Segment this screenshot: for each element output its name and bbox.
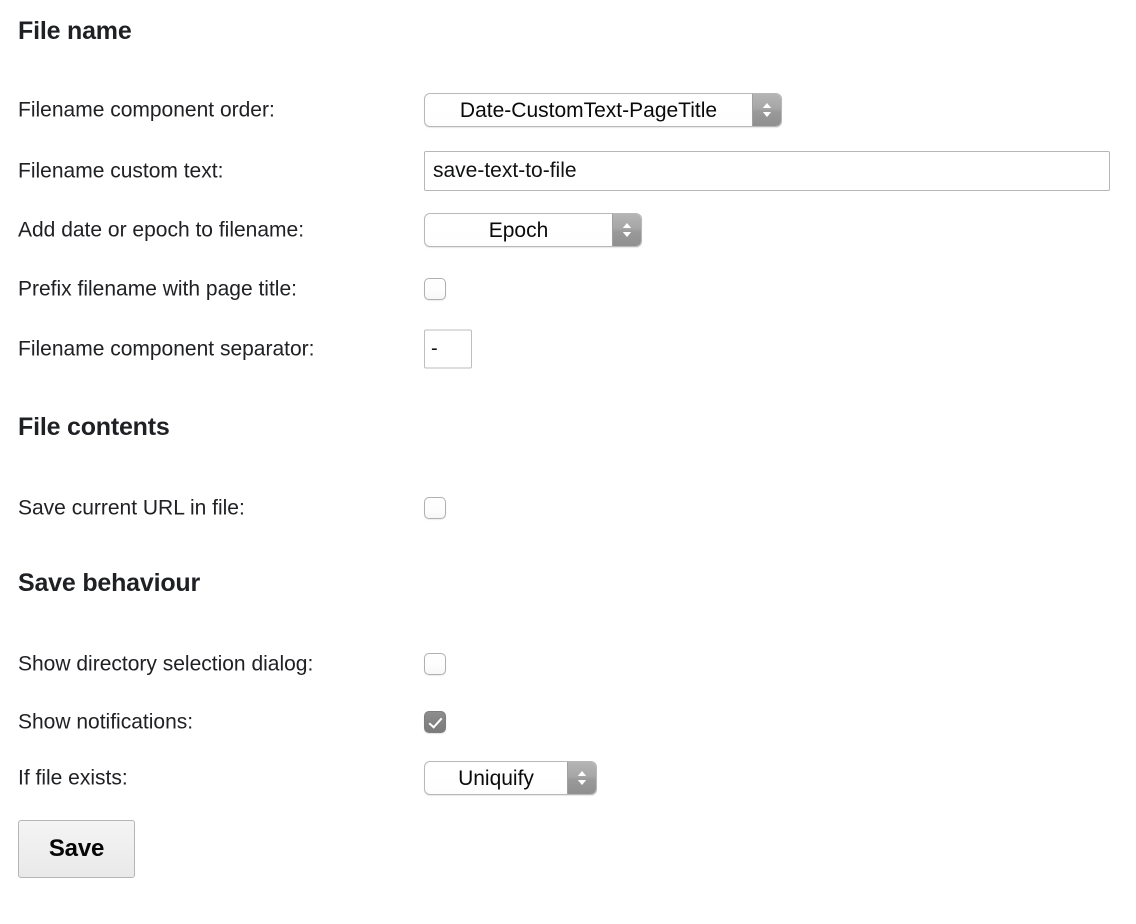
label-prefix-filename-with-page-title: Prefix filename with page title: bbox=[18, 277, 297, 301]
row-filename-custom-text: Filename custom text: bbox=[0, 151, 1136, 191]
row-add-date-or-epoch: Add date or epoch to filename: Epoch bbox=[0, 210, 1136, 250]
select-filename-component-order-value: Date-CustomText-PageTitle bbox=[459, 98, 718, 122]
label-filename-component-order: Filename component order: bbox=[18, 98, 275, 122]
label-save-current-url: Save current URL in file: bbox=[18, 496, 245, 520]
select-if-file-exists-value: Uniquify bbox=[458, 766, 534, 790]
select-add-date-or-epoch[interactable]: Epoch bbox=[424, 213, 642, 247]
label-show-directory-selection-dialog: Show directory selection dialog: bbox=[18, 652, 314, 676]
control-filename-component-separator bbox=[424, 329, 472, 369]
checkbox-save-current-url[interactable] bbox=[424, 497, 446, 519]
control-add-date-or-epoch: Epoch bbox=[424, 213, 642, 247]
row-if-file-exists: If file exists: Uniquify bbox=[0, 758, 1136, 798]
row-prefix-filename-with-page-title: Prefix filename with page title: bbox=[0, 269, 1136, 309]
checkbox-show-directory-selection-dialog[interactable] bbox=[424, 653, 446, 675]
control-filename-custom-text bbox=[424, 151, 1110, 191]
options-page: File name Filename component order: Date… bbox=[0, 0, 1136, 924]
label-filename-component-separator: Filename component separator: bbox=[18, 337, 315, 361]
row-show-directory-selection-dialog: Show directory selection dialog: bbox=[0, 644, 1136, 684]
row-show-notifications: Show notifications: bbox=[0, 702, 1136, 742]
chevron-up-down-icon bbox=[752, 94, 781, 126]
checkbox-show-notifications[interactable] bbox=[424, 711, 446, 733]
filename-custom-text-input[interactable] bbox=[424, 151, 1110, 191]
control-show-directory-selection-dialog bbox=[424, 653, 446, 675]
label-add-date-or-epoch: Add date or epoch to filename: bbox=[18, 218, 305, 242]
label-if-file-exists: If file exists: bbox=[18, 766, 128, 790]
control-filename-component-order: Date-CustomText-PageTitle bbox=[424, 93, 782, 127]
select-if-file-exists[interactable]: Uniquify bbox=[424, 761, 597, 795]
section-heading-file-name: File name bbox=[18, 17, 132, 45]
filename-component-separator-input[interactable] bbox=[424, 329, 472, 369]
label-filename-custom-text: Filename custom text: bbox=[18, 159, 224, 183]
select-add-date-or-epoch-value: Epoch bbox=[488, 218, 549, 242]
section-heading-file-contents: File contents bbox=[18, 413, 170, 441]
control-prefix-filename-with-page-title bbox=[424, 278, 446, 300]
chevron-up-down-icon bbox=[567, 762, 596, 794]
select-filename-component-order[interactable]: Date-CustomText-PageTitle bbox=[424, 93, 782, 127]
control-if-file-exists: Uniquify bbox=[424, 761, 597, 795]
row-save-current-url: Save current URL in file: bbox=[0, 488, 1136, 528]
control-show-notifications bbox=[424, 711, 446, 733]
chevron-up-down-icon bbox=[612, 214, 641, 246]
label-show-notifications: Show notifications: bbox=[18, 710, 194, 734]
row-filename-component-order: Filename component order: Date-CustomTex… bbox=[0, 90, 1136, 130]
save-button[interactable]: Save bbox=[18, 820, 135, 878]
control-save-current-url bbox=[424, 497, 446, 519]
checkbox-prefix-filename-with-page-title[interactable] bbox=[424, 278, 446, 300]
section-heading-save-behaviour: Save behaviour bbox=[18, 569, 201, 597]
row-filename-component-separator: Filename component separator: bbox=[0, 329, 1136, 369]
